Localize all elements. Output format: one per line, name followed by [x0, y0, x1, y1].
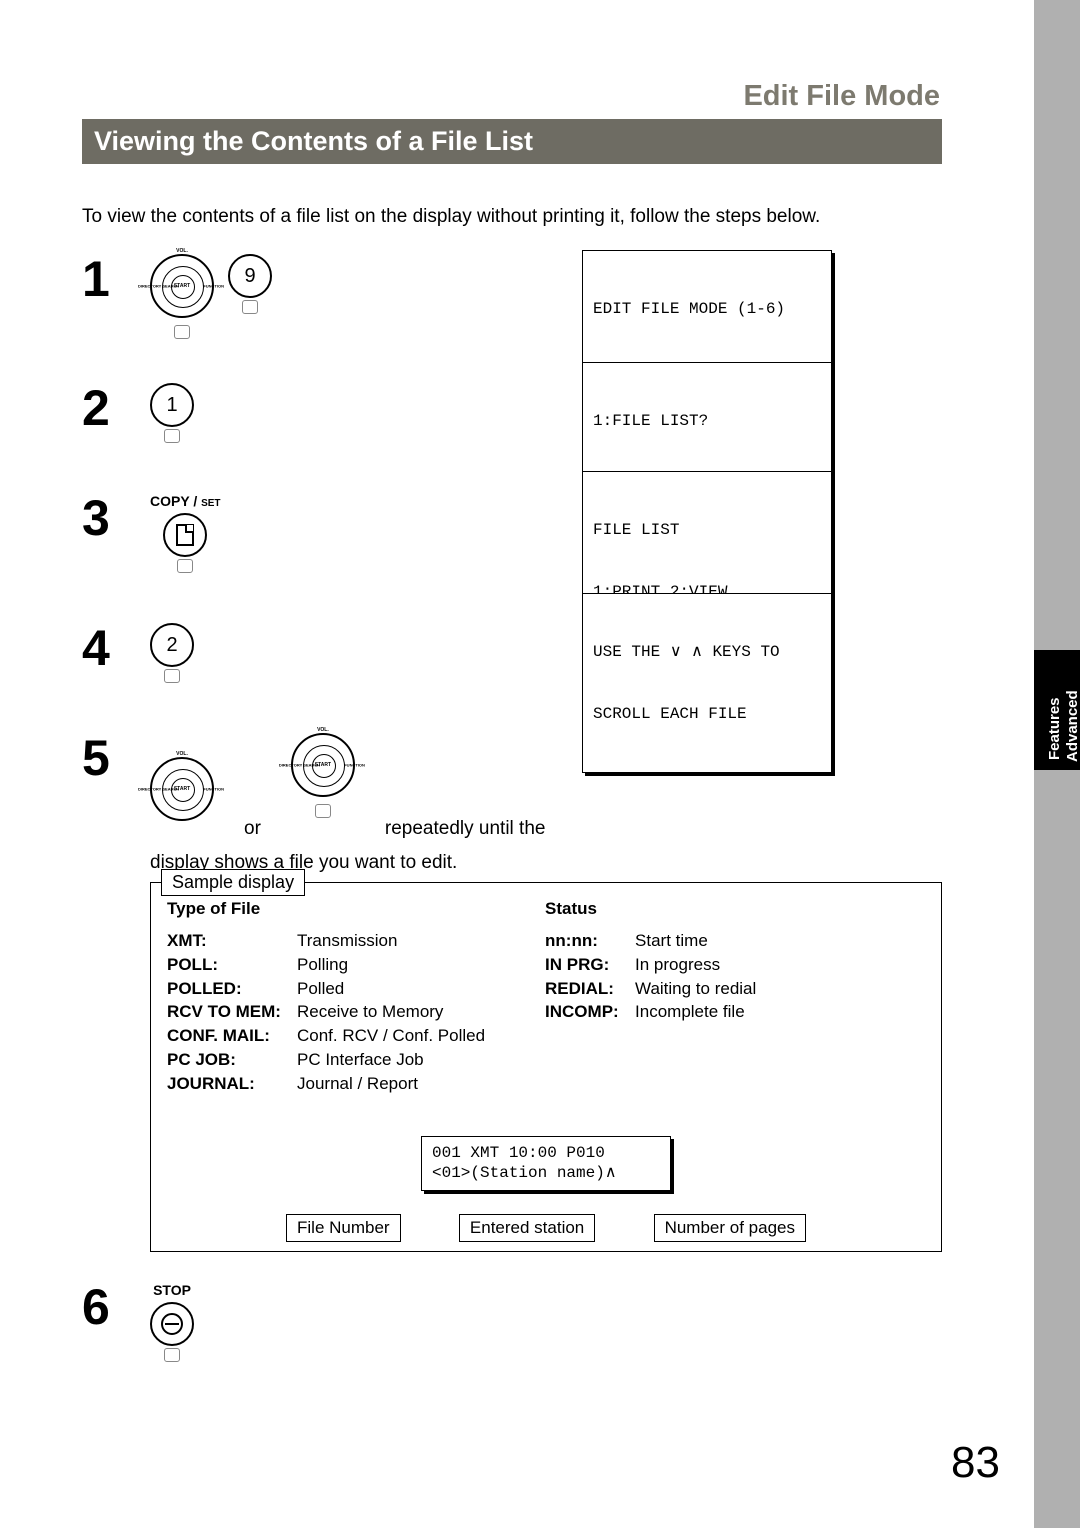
or-text: or — [244, 818, 261, 848]
entered-station-label: Entered station — [459, 1214, 595, 1242]
type-of-file-table: Type of File XMT:Transmission POLL:Polli… — [167, 899, 485, 1096]
dial-start-label: START — [174, 786, 190, 792]
after-dial-text: repeatedly until the — [385, 818, 546, 848]
dial-dir-label: DIRECTORY SEARCH — [138, 284, 179, 289]
dial-start-label: START — [174, 283, 190, 289]
press-hand-icon — [175, 559, 195, 581]
sample-tab: Sample display — [161, 869, 305, 896]
dial-vol-label: VOL. — [176, 248, 188, 254]
step-3: 3 COPY / SET — [82, 489, 942, 609]
step-6: 6 STOP — [82, 1278, 942, 1378]
stop-label: STOP — [153, 1282, 191, 1298]
step-number: 1 — [82, 250, 110, 308]
page-content: Edit File Mode Viewing the Contents of a… — [82, 80, 942, 1388]
step-number: 4 — [82, 619, 110, 677]
dial-dir-label: DIRECTORY SEARCH — [138, 787, 179, 792]
keypad-9-button: 9 — [228, 254, 272, 298]
lcd-line: 001 XMT 10:00 P010 — [432, 1143, 660, 1164]
type-title: Type of File — [167, 899, 485, 919]
copy-set-button-icon — [163, 513, 207, 557]
sample-display-box: Sample display Type of File XMT:Transmis… — [150, 882, 942, 1252]
press-hand-icon — [172, 325, 192, 347]
step-number: 6 — [82, 1278, 110, 1336]
tab-text-features: Features — [1046, 697, 1063, 760]
step-5: 5 START VOL. DIRECTORY SEARCH FUNCTION o… — [82, 729, 942, 1252]
copy-label: COPY / — [150, 493, 201, 509]
dial-fun-label: FUNCTION — [203, 284, 224, 289]
status-title: Status — [545, 899, 756, 919]
keypad-2-button: 2 — [150, 623, 194, 667]
dial-fun-label: FUNCTION — [203, 787, 224, 792]
press-hand-icon — [240, 300, 260, 322]
document-icon — [176, 524, 194, 546]
keypad-1-button: 1 — [150, 383, 194, 427]
page-number: 83 — [951, 1438, 1000, 1488]
number-of-pages-label: Number of pages — [654, 1214, 806, 1242]
section-title: Edit File Mode — [82, 80, 942, 113]
press-hand-icon — [162, 1348, 182, 1370]
intro-text: To view the contents of a file list on t… — [82, 206, 942, 228]
right-sidebar: Advanced Features — [1034, 0, 1080, 1528]
step-4: 4 2 — [82, 619, 942, 719]
press-hand-icon — [162, 429, 182, 451]
status-table: Status nn:nn:Start time IN PRG:In progre… — [545, 899, 756, 1096]
nav-dial-icon: START VOL. DIRECTORY SEARCH FUNCTION — [291, 733, 355, 797]
copy-set-label: COPY / SET — [150, 493, 221, 509]
step-1: 1 START VOL. DIRECTORY SEARCH FUNCTION 9 — [82, 250, 942, 369]
dial-fun-label: FUNCTION — [344, 763, 365, 768]
nav-dial-icon: START VOL. DIRECTORY SEARCH FUNCTION — [150, 254, 214, 318]
lcd-line: <01>(Station name)∧ — [432, 1163, 660, 1184]
tab-text-advanced: Advanced — [1064, 690, 1080, 762]
banner-heading: Viewing the Contents of a File List — [82, 119, 942, 164]
press-hand-icon — [313, 804, 333, 826]
press-hand-icon — [162, 669, 182, 691]
set-label: SET — [201, 498, 220, 509]
stop-button-icon — [150, 1302, 194, 1346]
dial-start-label: START — [315, 762, 331, 768]
step-2: 2 1 — [82, 379, 942, 479]
step-number: 2 — [82, 379, 110, 437]
steps: EDIT FILE MODE (1-6) ENTER NO. OR ∨ ∧ 1:… — [82, 250, 942, 1378]
dial-vol-label: VOL. — [176, 751, 188, 757]
chapter-tab: Advanced Features — [1034, 650, 1080, 770]
dial-dir-label: DIRECTORY SEARCH — [279, 763, 320, 768]
step-number: 3 — [82, 489, 110, 547]
file-number-label: File Number — [286, 1214, 401, 1242]
dial-vol-label: VOL. — [317, 727, 329, 733]
step-number: 5 — [82, 729, 110, 787]
nav-dial-icon: START VOL. DIRECTORY SEARCH FUNCTION — [150, 757, 214, 821]
sample-lcd-screen: 001 XMT 10:00 P010 <01>(Station name)∧ — [421, 1136, 671, 1192]
